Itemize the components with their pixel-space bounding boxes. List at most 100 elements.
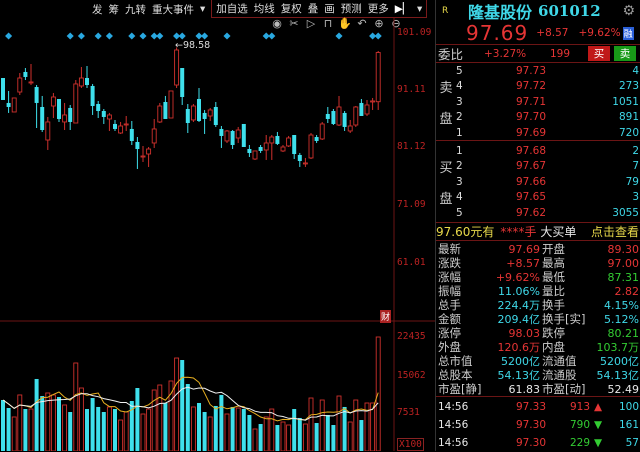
event-marker	[201, 32, 209, 40]
candle-up	[190, 105, 196, 121]
candle-up	[263, 142, 269, 151]
volume-bar	[146, 408, 152, 451]
stat-row: 最新 97.69 开盘 89.30	[436, 242, 640, 256]
price-change: +8.57	[536, 27, 569, 39]
event-marker	[268, 32, 276, 40]
buy-level-row[interactable]: 5 97.62 3055	[436, 205, 640, 220]
stat-value: 54.13亿	[596, 369, 640, 382]
stat-row: 金额 209.4亿 换手[实] 5.12%	[436, 312, 640, 326]
level-number: 4	[456, 191, 463, 203]
view-big-order-link[interactable]: 点击查看	[591, 223, 639, 240]
big-order-row[interactable]: 97.60元有 ****手 大买单 点击查看	[436, 223, 640, 240]
stat-value: 97.69	[508, 242, 541, 256]
stat-row: 总市值 5200亿 流通值 5200亿	[436, 354, 640, 368]
volume-bar	[325, 414, 330, 451]
level-number: 2	[456, 111, 463, 123]
price-tick: 101.09	[397, 27, 432, 38]
stat-value: 209.4亿	[497, 313, 541, 326]
volume-bar	[331, 425, 336, 451]
candle-up	[375, 52, 381, 103]
volume-bar	[207, 416, 213, 451]
candle-up	[252, 150, 258, 160]
candle-down	[101, 111, 106, 117]
candle-down	[68, 107, 73, 122]
candle-up	[308, 134, 314, 159]
sell-level-row[interactable]: 3 97.71 1051	[436, 94, 640, 109]
price-tick: 61.01	[397, 257, 426, 268]
stat-value: +8.57	[506, 256, 540, 270]
level-number: 1	[456, 144, 463, 157]
volume-tick: 7531	[397, 407, 420, 418]
candle-down	[96, 104, 101, 112]
level-number: 4	[456, 80, 463, 92]
volume-bar	[258, 424, 263, 451]
level-volume: 79	[625, 175, 639, 188]
volume-bar	[213, 405, 218, 451]
sell-level-row[interactable]: 卖 4 97.72 273	[436, 79, 640, 96]
volume-bar	[247, 414, 252, 451]
candle-up	[140, 155, 146, 158]
stat-value: 52.49	[607, 382, 640, 396]
stat-row: 涨幅 +9.62% 最低 87.31	[436, 270, 640, 284]
stat-value: 97.00	[607, 256, 640, 270]
candle-down	[297, 154, 302, 162]
stat-value: 87.31	[607, 270, 640, 284]
volume-bar	[118, 419, 124, 451]
candle-down	[40, 106, 45, 131]
settings-icon[interactable]: ⚙	[622, 3, 635, 19]
level-volume: 891	[618, 111, 639, 123]
trade-count: 161	[618, 419, 639, 431]
arrow-up-icon: ▲	[593, 401, 603, 413]
buy-level-row[interactable]: 1 97.68 2	[436, 143, 640, 158]
price-change-pct: +9.62%	[578, 27, 621, 39]
price-row: 97.69 +8.57 +9.62% 融	[436, 21, 640, 45]
buy-level-row[interactable]: 盘 4 97.65 3	[436, 190, 640, 207]
volume-bar	[308, 397, 314, 451]
candle-up	[353, 106, 359, 126]
volume-bar	[40, 396, 45, 451]
event-marker	[66, 32, 74, 40]
volume-unit: X100	[397, 438, 424, 451]
stat-value: 80.21	[607, 326, 640, 340]
volume-bar	[292, 409, 297, 451]
candle-up	[45, 121, 51, 141]
trade-count: 100	[618, 401, 639, 413]
sell-level-row[interactable]: 盘 2 97.70 891	[436, 110, 640, 127]
candle-down	[1, 78, 5, 100]
sell-level-row[interactable]: 5 97.73 4	[436, 63, 640, 78]
candle-up	[319, 123, 325, 140]
volume-bar	[269, 408, 275, 451]
finance-event-badge[interactable]: 财	[380, 310, 392, 323]
volume-bar	[73, 362, 79, 451]
buy-button[interactable]: 买	[588, 46, 610, 61]
candle-down	[23, 71, 28, 77]
buy-level-row[interactable]: 3 97.66 79	[436, 174, 640, 189]
candle-down	[185, 108, 190, 124]
stat-row: 总手 224.4万 换手 4.15%	[436, 298, 640, 312]
volume-bar	[275, 425, 280, 451]
candle-down	[247, 149, 252, 153]
sell-button[interactable]: 卖	[614, 46, 636, 61]
sell-level-row[interactable]: 1 97.69 720	[436, 125, 640, 140]
level-price: 97.66	[515, 175, 546, 188]
volume-bar	[57, 397, 61, 451]
volume-bar	[123, 411, 129, 451]
volume-bar	[135, 388, 140, 451]
weibi-pct: +3.27%	[484, 47, 527, 60]
price-tick: 91.11	[397, 84, 426, 95]
kline-chart[interactable]	[0, 0, 435, 451]
candle-down	[85, 78, 89, 86]
volume-bar	[23, 409, 28, 451]
event-marker	[374, 32, 382, 40]
weibi-label: 委比	[438, 47, 464, 62]
level-price: 97.72	[515, 80, 546, 92]
volume-bar	[342, 406, 347, 451]
divider	[436, 140, 640, 141]
level-price: 97.62	[515, 206, 546, 219]
buy-level-row[interactable]: 买 2 97.67 7	[436, 159, 640, 176]
candle-down	[90, 85, 95, 107]
event-marker	[335, 32, 343, 40]
volume-bar	[263, 416, 269, 451]
big-order-price: 97.60元有	[436, 225, 495, 239]
volume-bar	[202, 412, 207, 451]
